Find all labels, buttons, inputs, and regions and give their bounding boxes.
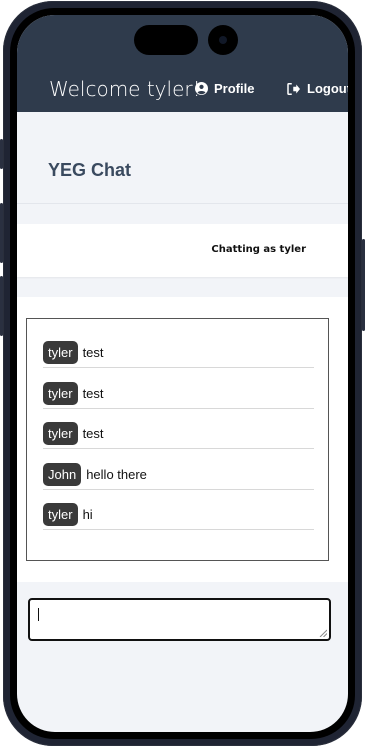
profile-link[interactable]: Profile — [195, 81, 254, 96]
title-section: YEG Chat — [17, 112, 348, 204]
message-item: tyler test — [43, 339, 314, 368]
username-badge: John — [43, 462, 82, 486]
sign-out-icon — [287, 82, 301, 95]
messages-section: tyler test tyler test tyler test John he… — [17, 297, 348, 582]
front-camera-icon — [208, 25, 238, 55]
username-badge: tyler — [43, 341, 78, 364]
message-input-wrapper — [28, 598, 331, 641]
phone-frame: Welcome tyler! Profile Logout YEG Chat C… — [0, 1, 365, 746]
message-item: John hello there — [43, 461, 314, 490]
resize-grip-icon[interactable] — [319, 629, 327, 637]
chatting-as-status: Chatting as tyler — [211, 244, 306, 255]
page-title: YEG Chat — [48, 160, 132, 180]
user-circle-icon — [195, 82, 208, 95]
logout-label: Logout — [307, 81, 348, 96]
power-button — [362, 239, 365, 331]
message-list-box[interactable]: tyler test tyler test tyler test John he… — [26, 318, 329, 561]
welcome-text: Welcome tyler! — [49, 77, 201, 101]
message-item: tyler test — [43, 380, 314, 409]
screen: Welcome tyler! Profile Logout YEG Chat C… — [17, 15, 348, 732]
action-button — [0, 139, 3, 169]
message-text: hi — [82, 507, 93, 522]
volume-down-button — [0, 276, 3, 336]
navbar: Welcome tyler! Profile Logout — [17, 15, 348, 112]
message-item: tyler hi — [43, 501, 314, 530]
volume-up-button — [0, 203, 3, 263]
message-input[interactable] — [30, 600, 329, 639]
message-text: test — [82, 345, 104, 360]
message-text: hello there — [86, 466, 147, 482]
dynamic-island — [134, 25, 198, 55]
username-badge: tyler — [43, 381, 78, 405]
status-section: Chatting as tyler — [17, 224, 348, 277]
message-list: tyler test tyler test tyler test John he… — [43, 339, 314, 542]
message-text: test — [82, 385, 104, 401]
message-text: test — [82, 426, 104, 441]
username-badge: tyler — [43, 503, 78, 526]
logout-link[interactable]: Logout — [287, 81, 348, 96]
username-badge: tyler — [43, 422, 78, 445]
message-item: tyler test — [43, 420, 314, 449]
text-caret — [38, 608, 39, 621]
profile-label: Profile — [214, 81, 255, 96]
